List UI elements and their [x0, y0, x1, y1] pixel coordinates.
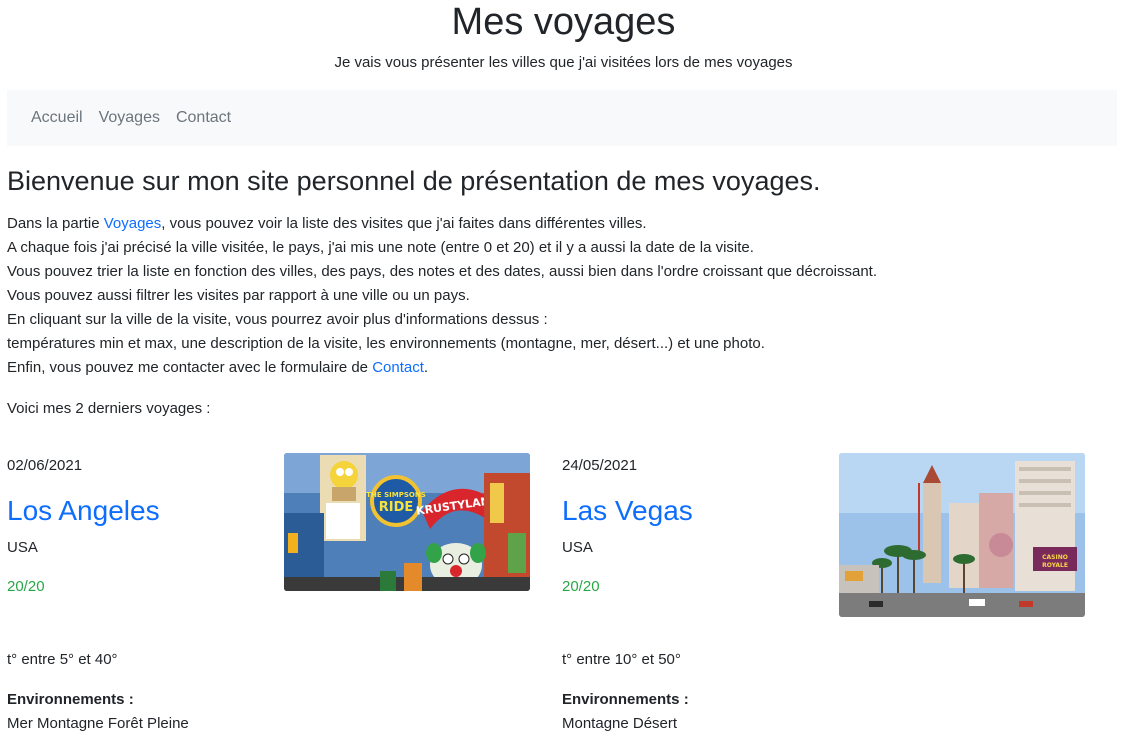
trip-city-link[interactable]: Las Vegas: [562, 493, 693, 529]
site-subtitle: Je vais vous présenter les villes que j'…: [334, 54, 793, 71]
nav-link-accueil[interactable]: Accueil: [31, 109, 83, 127]
site-title: Mes voyages: [451, 1, 676, 43]
trip-date: 02/06/2021: [7, 457, 83, 474]
intro-text: Dans la partie Voyages, vous pouvez voir…: [7, 212, 1107, 380]
trip-photo-los-angeles: THE SIMPSONS RIDE KRUSTYLAND: [284, 453, 530, 591]
trip-photo-las-vegas: CASINO ROYALE: [839, 453, 1085, 617]
trip-temperature: t° entre 5° et 40°: [7, 651, 118, 668]
intro-line: A chaque fois j'ai précisé la ville visi…: [7, 239, 754, 256]
trip-note: 20/20: [562, 578, 600, 595]
city-skyline-illustration: CASINO ROYALE: [839, 453, 1085, 617]
svg-text:RIDE: RIDE: [379, 500, 414, 515]
intro-line: En cliquant sur la ville de la visite, v…: [7, 311, 548, 328]
intro-text-fragment: .: [423, 359, 429, 376]
trip-country: USA: [7, 539, 38, 556]
navbar: Accueil Voyages Contact: [7, 90, 1117, 146]
trip-environments-label: Environnements :: [562, 691, 689, 708]
nav-link-voyages[interactable]: Voyages: [99, 109, 160, 127]
trip-note: 20/20: [7, 578, 45, 595]
intro-line: Dans la partie Voyages, vous pouvez voir…: [7, 212, 1107, 236]
trip-environments-label: Environnements :: [7, 691, 134, 708]
intro-text-fragment: Enfin, vous pouvez me contacter avec le …: [7, 359, 373, 376]
intro-text-fragment: Dans la partie: [7, 215, 104, 232]
trip-date: 24/05/2021: [562, 457, 638, 474]
voyages-inline-link[interactable]: Voyages: [104, 215, 162, 232]
recent-trips-label: Voici mes 2 derniers voyages :: [7, 400, 211, 417]
trip-city-link[interactable]: Los Angeles: [7, 493, 160, 529]
trip-country: USA: [562, 539, 593, 556]
intro-text-fragment: , vous pouvez voir la liste des visites …: [161, 215, 647, 232]
intro-line: Vous pouvez aussi filtrer les visites pa…: [7, 287, 470, 304]
trip-temperature: t° entre 10° et 50°: [562, 651, 681, 668]
intro-line: Enfin, vous pouvez me contacter avec le …: [7, 356, 1107, 380]
page-heading: Bienvenue sur mon site personnel de prés…: [7, 166, 821, 196]
svg-text:ROYALE: ROYALE: [1042, 562, 1068, 569]
trip-environments: Mer Montagne Forêt Pleine: [7, 715, 189, 732]
nav-link-contact[interactable]: Contact: [176, 109, 231, 127]
trip-card: 02/06/2021 Los Angeles USA 20/20 t° entr…: [7, 453, 547, 743]
intro-line: Vous pouvez trier la liste en fonction d…: [7, 263, 878, 280]
svg-text:CASINO: CASINO: [1042, 554, 1068, 561]
contact-inline-link[interactable]: Contact: [372, 359, 424, 376]
svg-text:THE SIMPSONS: THE SIMPSONS: [366, 491, 426, 499]
theme-park-illustration: THE SIMPSONS RIDE KRUSTYLAND: [284, 453, 530, 591]
intro-line: températures min et max, une description…: [7, 335, 765, 352]
trip-environments: Montagne Désert: [562, 715, 678, 732]
trip-card: 24/05/2021 Las Vegas USA 20/20 t° entre …: [562, 453, 1102, 743]
